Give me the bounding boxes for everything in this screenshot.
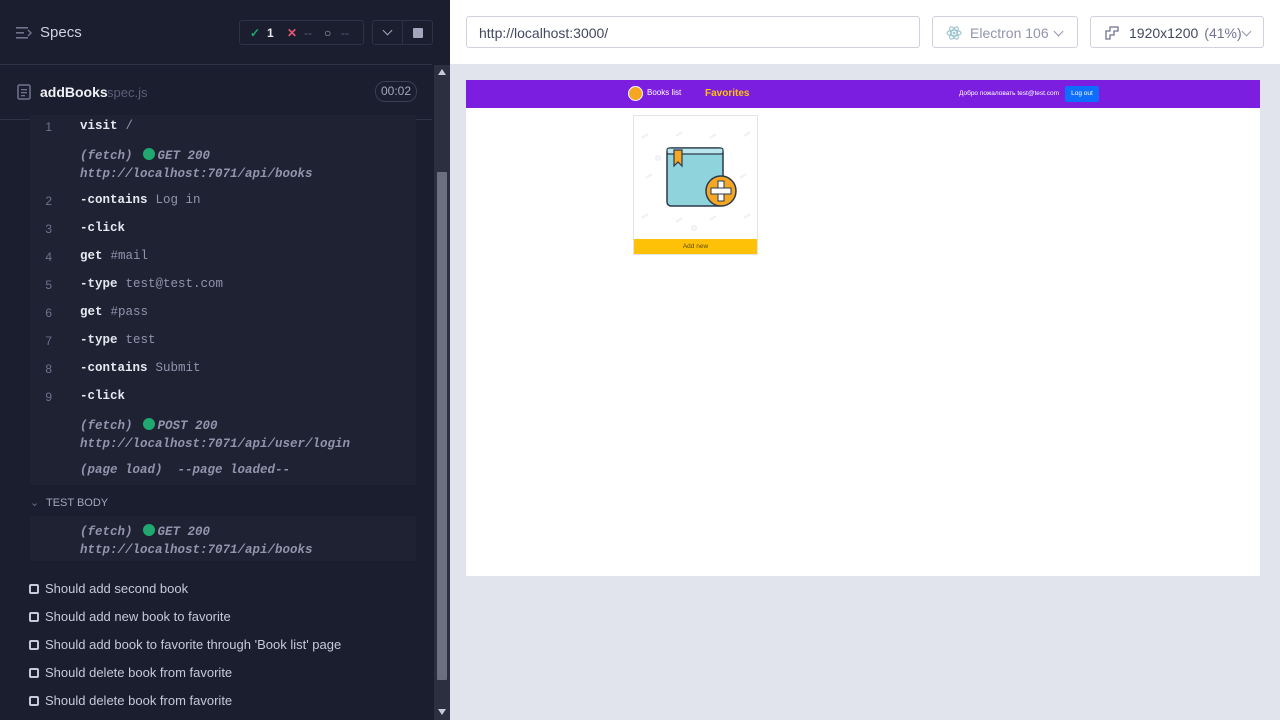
line-number: 5 xyxy=(45,278,52,292)
pending-test-icon xyxy=(29,584,39,594)
expand-button[interactable] xyxy=(372,20,403,45)
status-dot-icon xyxy=(142,148,155,160)
line-number: 6 xyxy=(45,306,52,320)
document-icon xyxy=(17,84,31,100)
fetch-log: (fetch) GET 200 xyxy=(80,524,211,539)
viewport-size: 1920x1200 (41%) xyxy=(1129,25,1242,41)
fetch-url: http://localhost:7071/api/user/login xyxy=(80,437,351,451)
test-item[interactable]: Should delete book from favorite xyxy=(29,665,232,680)
preview-panel: http://localhost:3000/ Electron 106 1920… xyxy=(450,0,1280,720)
pending-icon: ○ xyxy=(324,26,332,40)
fetch-url: http://localhost:7071/api/books xyxy=(80,543,313,557)
line-number: 7 xyxy=(45,334,52,348)
chevron-down-icon xyxy=(382,25,393,36)
scroll-down-icon[interactable] xyxy=(438,709,446,715)
pending-test-icon xyxy=(29,640,39,650)
command-arg: test@test.com xyxy=(125,277,224,291)
command-name: containsSubmit xyxy=(80,361,201,375)
spec-duration: 00:02 xyxy=(375,81,417,102)
url-input[interactable]: http://localhost:3000/ xyxy=(466,16,920,48)
line-number: 9 xyxy=(45,390,52,404)
line-number: 1 xyxy=(45,120,52,134)
add-new-button[interactable]: Add new xyxy=(634,239,757,254)
viewport-select[interactable]: 1920x1200 (41%) xyxy=(1090,16,1264,48)
line-number: 4 xyxy=(45,250,52,264)
line-number: 8 xyxy=(45,362,52,376)
command-arg: / xyxy=(125,119,134,133)
command-arg: #pass xyxy=(110,305,149,319)
book-logo-icon[interactable] xyxy=(628,86,643,101)
viewport-scale: (41%) xyxy=(1204,25,1242,41)
chevron-down-icon: ⌄ xyxy=(30,497,40,509)
line-number: 2 xyxy=(45,194,52,208)
command-name: typetest@test.com xyxy=(80,277,224,291)
fetch-log: (fetch) POST 200 xyxy=(80,418,218,433)
passed-count: 1 xyxy=(267,26,274,40)
electron-icon xyxy=(946,26,962,40)
x-icon: ✕ xyxy=(287,26,298,40)
test-item[interactable]: Should add second book xyxy=(29,581,188,596)
command-arg: #mail xyxy=(110,249,149,263)
page-load-log: (page load) --page loaded-- xyxy=(80,463,291,477)
line-number: 3 xyxy=(45,222,52,236)
command-name: click xyxy=(80,389,126,403)
logout-button[interactable]: Log out xyxy=(1065,86,1099,102)
scrollbar[interactable] xyxy=(434,65,450,720)
command-name: visit / xyxy=(80,119,134,133)
browser-toolbar: http://localhost:3000/ Electron 106 1920… xyxy=(450,0,1280,64)
fetch-log: (fetch) GET 200 xyxy=(80,148,211,163)
stop-button[interactable] xyxy=(403,20,433,45)
command-name: click xyxy=(80,221,126,235)
ruler-icon xyxy=(1105,26,1119,40)
pending-count: -- xyxy=(341,26,349,40)
command-name: typetest xyxy=(80,333,156,347)
spec-header: addBooks spec.js 00:02 xyxy=(0,76,432,120)
test-item[interactable]: Should add new book to favorite xyxy=(29,609,231,624)
command-name: get #pass xyxy=(80,305,149,319)
test-item[interactable]: Should delete book from favorite xyxy=(29,693,232,708)
scrollbar-thumb[interactable] xyxy=(437,172,447,680)
add-book-icon[interactable] xyxy=(664,144,742,210)
check-icon: ✓ xyxy=(250,26,261,40)
runner-panel: Specs ✓ 1 ✕ -- ○ -- addBooks spec.js 00:… xyxy=(0,0,450,720)
command-name: get #mail xyxy=(80,249,149,263)
runner-topbar: Specs ✓ 1 ✕ -- ○ -- xyxy=(0,0,433,65)
command-name: containsLog in xyxy=(80,193,201,207)
test-body-log: (fetch) GET 200 http://localhost:7071/api… xyxy=(30,516,416,561)
test-stats: ✓ 1 ✕ -- ○ -- xyxy=(239,20,364,45)
spec-extension: spec.js xyxy=(107,85,148,100)
app-navbar: Books list Favorites Добро пожаловать te… xyxy=(466,80,1260,108)
welcome-text: Добро пожаловать test@test.com xyxy=(959,90,1060,97)
command-log: 1 visit / (fetch) GET 200 http://localhost… xyxy=(30,115,416,485)
pending-test-icon xyxy=(29,696,39,706)
failed-count: -- xyxy=(304,26,312,40)
test-body-label: TEST BODY xyxy=(46,497,109,509)
app-under-test: Books list Favorites Добро пожаловать te… xyxy=(466,80,1260,576)
command-arg: test xyxy=(125,333,156,347)
nav-favorites[interactable]: Favorites xyxy=(705,88,749,99)
url-text: http://localhost:3000/ xyxy=(479,25,609,41)
nav-books-list[interactable]: Books list xyxy=(647,88,681,97)
command-arg: Submit xyxy=(155,361,201,375)
pending-test-icon xyxy=(29,668,39,678)
status-dot-icon xyxy=(142,418,155,430)
browser-select[interactable]: Electron 106 xyxy=(932,16,1078,48)
scroll-up-icon[interactable] xyxy=(438,69,446,75)
stop-icon xyxy=(413,28,423,38)
status-dot-icon xyxy=(142,524,155,536)
browser-name: Electron 106 xyxy=(970,25,1049,41)
specs-menu-icon[interactable] xyxy=(16,26,32,40)
fetch-url: http://localhost:7071/api/books xyxy=(80,167,313,181)
test-body-toggle[interactable]: ⌄ TEST BODY xyxy=(30,496,108,509)
chevron-down-icon xyxy=(1053,26,1064,37)
specs-label[interactable]: Specs xyxy=(40,24,82,41)
add-book-card: Add new xyxy=(633,115,758,255)
pending-test-icon xyxy=(29,612,39,622)
test-item[interactable]: Should add book to favorite through 'Boo… xyxy=(29,637,341,652)
command-arg: Log in xyxy=(155,193,201,207)
chevron-down-icon xyxy=(1241,26,1252,37)
spec-name: addBooks xyxy=(40,84,108,100)
